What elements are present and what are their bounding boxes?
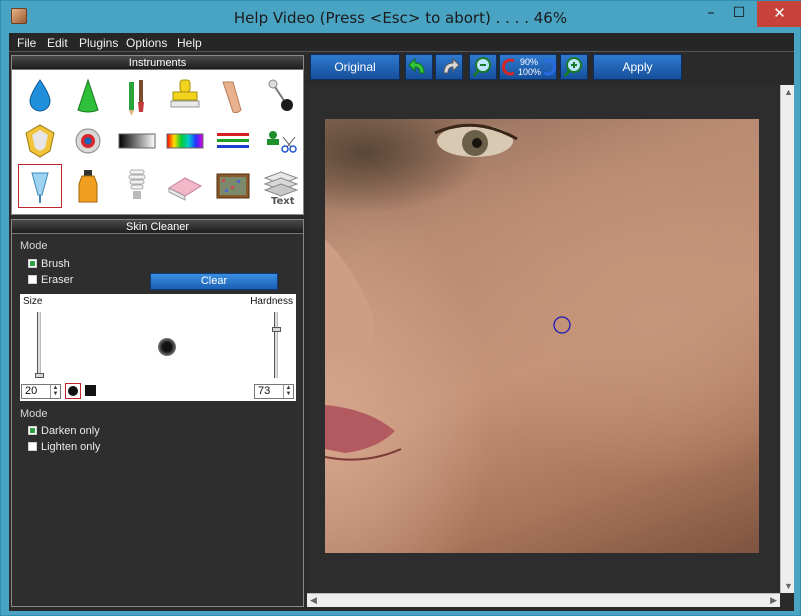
pin-icon[interactable]: [259, 74, 303, 118]
mode2-label: Mode: [20, 408, 48, 420]
size-slider[interactable]: [37, 312, 41, 378]
scroll-up-icon[interactable]: ▲: [784, 87, 793, 97]
menu-help[interactable]: Help: [177, 36, 202, 50]
maximize-button[interactable]: ☐: [722, 1, 756, 27]
hardness-value: 73: [258, 385, 271, 397]
scroll-down-icon[interactable]: ▼: [784, 581, 793, 591]
hardness-spinner-arrows[interactable]: ▲ ▼: [283, 385, 293, 398]
rainbow-bar-icon[interactable]: [163, 119, 207, 163]
water-drop-icon[interactable]: [18, 74, 62, 118]
vertical-scrollbar[interactable]: ▲ ▼: [780, 85, 794, 593]
instruments-panel: Instruments Text: [11, 55, 304, 215]
menu-options[interactable]: Options: [126, 36, 167, 50]
undo-icon: [408, 57, 425, 74]
skin-cleaner-title: Skin Cleaner: [12, 220, 303, 234]
zoom-in-icon: [563, 57, 582, 77]
round-brush-button[interactable]: [65, 383, 81, 399]
finger-icon[interactable]: [211, 74, 255, 118]
eraser-label: Eraser: [41, 274, 74, 286]
apply-button[interactable]: Apply: [593, 54, 682, 80]
zoom-in-button[interactable]: [560, 54, 588, 80]
hardness-slider-thumb[interactable]: [272, 327, 281, 332]
darken-only-checkbox[interactable]: Darken only: [28, 425, 100, 437]
brush-label: Brush: [41, 258, 70, 270]
eraser-check-box[interactable]: [28, 275, 37, 284]
window-title: Help Video (Press <Esc> to abort) . . . …: [233, 9, 568, 27]
skin-cleaner-panel: Skin Cleaner Mode Brush Eraser Clear Siz…: [11, 219, 304, 607]
cone-icon[interactable]: [66, 74, 110, 118]
brush-check-box[interactable]: [28, 259, 37, 268]
eraser-icon[interactable]: [163, 164, 207, 208]
image-viewport[interactable]: [307, 85, 780, 593]
mode-label: Mode: [20, 240, 48, 252]
size-value: 20: [25, 385, 38, 397]
scroll-left-icon[interactable]: ◀: [310, 595, 317, 606]
svg-text:Text: Text: [271, 196, 295, 207]
original-button[interactable]: Original: [310, 54, 400, 80]
brush-checkbox[interactable]: Brush: [28, 258, 70, 270]
close-button[interactable]: ✕: [757, 1, 801, 27]
horizontal-scrollbar[interactable]: ◀ ▶: [307, 593, 780, 607]
darken-check-box[interactable]: [28, 426, 37, 435]
size-label: Size: [23, 296, 43, 307]
hardness-spinner[interactable]: 73 ▲ ▼: [254, 384, 294, 399]
hardness-label: Hardness: [250, 296, 293, 307]
zoom-top-value: 90%: [519, 57, 538, 67]
funnel-icon[interactable]: [18, 164, 62, 208]
text-layers-icon[interactable]: Text: [259, 164, 303, 208]
app-window: Help Video (Press <Esc> to abort) . . . …: [0, 0, 801, 616]
menu-plugins[interactable]: Plugins: [79, 36, 118, 50]
face-photo[interactable]: [325, 119, 759, 553]
zoom-readout: 90% 100%: [518, 57, 542, 77]
eraser-checkbox[interactable]: Eraser: [28, 274, 73, 286]
photo-details: [325, 123, 571, 461]
redo-button[interactable]: [435, 54, 463, 80]
lighten-check-box[interactable]: [28, 442, 37, 451]
stamp-icon[interactable]: [163, 74, 207, 118]
clear-button[interactable]: Clear: [150, 273, 278, 290]
tv-noise-icon[interactable]: [211, 164, 255, 208]
eye-icon[interactable]: [66, 119, 110, 163]
size-spinner-arrows[interactable]: ▲ ▼: [50, 385, 60, 398]
zoom-bottom-value: 100%: [518, 67, 542, 77]
undo-button[interactable]: [405, 54, 433, 80]
zoom-out-button[interactable]: [469, 54, 497, 80]
lighten-only-checkbox[interactable]: Lighten only: [28, 441, 100, 453]
menu-bar: File Edit Plugins Options Help: [9, 33, 794, 52]
gradient-bar-icon[interactable]: [115, 119, 159, 163]
pencil-brush-icon[interactable]: [115, 74, 159, 118]
menu-file[interactable]: File: [17, 36, 36, 50]
scissors-icon[interactable]: [259, 119, 303, 163]
square-brush-button[interactable]: [83, 383, 99, 399]
brush-preview: [158, 338, 176, 356]
brush-settings-box: Size Hardness 20 ▲ ▼ 73 ▲ ▼: [20, 294, 296, 401]
redo-icon: [443, 57, 460, 74]
scroll-right-icon[interactable]: ▶: [770, 595, 777, 606]
client-area: File Edit Plugins Options Help Instrumen…: [9, 33, 794, 611]
hardness-slider[interactable]: [274, 312, 278, 378]
bottle-icon[interactable]: [66, 164, 110, 208]
title-bar[interactable]: Help Video (Press <Esc> to abort) . . . …: [1, 1, 801, 33]
zoom-out-icon: [472, 57, 491, 77]
size-spinner[interactable]: 20 ▲ ▼: [21, 384, 61, 399]
color-lines-icon[interactable]: [211, 119, 255, 163]
zoom-level-button[interactable]: 90% 100%: [499, 54, 557, 80]
instruments-title: Instruments: [12, 56, 303, 70]
brush-cursor: [553, 316, 571, 334]
menu-edit[interactable]: Edit: [47, 36, 68, 50]
diamond-shield-icon[interactable]: [18, 119, 62, 163]
light-bulb-icon[interactable]: [115, 164, 159, 208]
darken-label: Darken only: [41, 425, 100, 437]
lighten-label: Lighten only: [41, 441, 101, 453]
size-slider-thumb[interactable]: [35, 373, 44, 378]
